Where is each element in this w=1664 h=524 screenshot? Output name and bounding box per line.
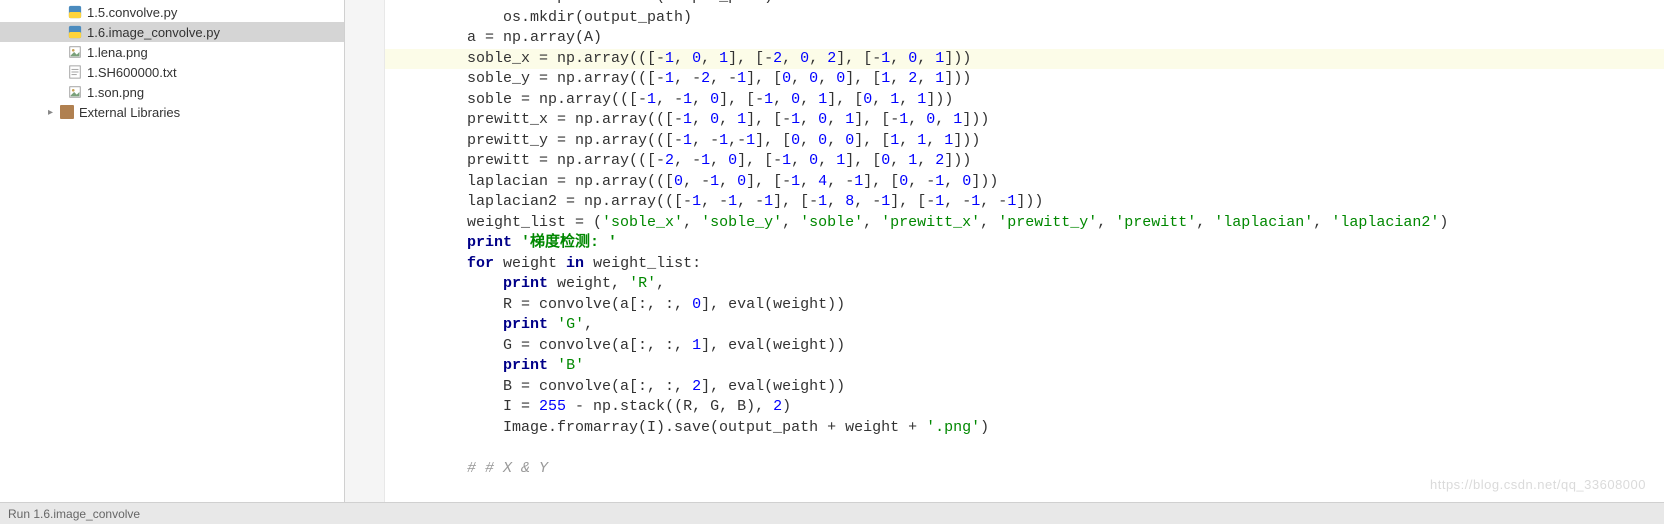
external-libraries-node[interactable]: ▸ External Libraries <box>0 102 344 122</box>
code-editor[interactable]: if not os.path.exists(output_path): os.m… <box>345 0 1664 524</box>
watermark-text: https://blog.csdn.net/qq_33608000 <box>1430 477 1646 492</box>
code-line[interactable]: prewitt_y = np.array(([-1, -1,-1], [0, 0… <box>395 131 1664 152</box>
python-file-icon <box>68 25 82 39</box>
code-line[interactable]: for weight in weight_list: <box>395 254 1664 275</box>
file-tree-item[interactable]: 1.6.image_convolve.py <box>0 22 344 42</box>
project-sidebar[interactable]: 1.5.convolve.py 1.6.image_convolve.py 1.le… <box>0 0 345 524</box>
code-line[interactable]: if not os.path.exists(output_path): <box>395 0 1664 8</box>
editor-gutter <box>345 0 385 524</box>
file-tree-item[interactable]: 1.son.png <box>0 82 344 102</box>
file-name-label: 1.lena.png <box>87 45 148 60</box>
code-line[interactable]: soble_y = np.array(([-1, -2, -1], [0, 0,… <box>395 69 1664 90</box>
code-line[interactable]: os.mkdir(output_path) <box>395 8 1664 29</box>
library-icon <box>60 105 74 119</box>
image-file-icon <box>68 85 82 99</box>
code-line[interactable]: I = 255 - np.stack((R, G, B), 2) <box>395 397 1664 418</box>
file-tree-item[interactable]: 1.lena.png <box>0 42 344 62</box>
code-line[interactable]: print 'B' <box>395 356 1664 377</box>
file-name-label: 1.6.image_convolve.py <box>87 25 220 40</box>
file-name-label: 1.son.png <box>87 85 144 100</box>
code-line[interactable]: soble = np.array(([-1, -1, 0], [-1, 0, 1… <box>395 90 1664 111</box>
file-tree-item[interactable]: 1.SH600000.txt <box>0 62 344 82</box>
file-tree-item[interactable]: 1.5.convolve.py <box>0 2 344 22</box>
image-file-icon <box>68 45 82 59</box>
external-libraries-label: External Libraries <box>79 105 180 120</box>
chevron-right-icon: ▸ <box>48 107 58 118</box>
code-line[interactable]: Image.fromarray(I).save(output_path + we… <box>395 418 1664 439</box>
code-line[interactable]: G = convolve(a[:, :, 1], eval(weight)) <box>395 336 1664 357</box>
code-line[interactable]: B = convolve(a[:, :, 2], eval(weight)) <box>395 377 1664 398</box>
code-line[interactable]: prewitt_x = np.array(([-1, 0, 1], [-1, 0… <box>395 110 1664 131</box>
code-line[interactable]: # # X & Y <box>395 459 1664 480</box>
file-name-label: 1.SH600000.txt <box>87 65 177 80</box>
code-line[interactable]: soble_x = np.array(([-1, 0, 1], [-2, 0, … <box>385 49 1664 70</box>
code-line[interactable]: print weight, 'R', <box>395 274 1664 295</box>
code-line[interactable]: R = convolve(a[:, :, 0], eval(weight)) <box>395 295 1664 316</box>
python-file-icon <box>68 5 82 19</box>
code-line[interactable]: laplacian2 = np.array(([-1, -1, -1], [-1… <box>395 192 1664 213</box>
code-line[interactable]: weight_list = ('soble_x', 'soble_y', 'so… <box>395 213 1664 234</box>
code-line[interactable] <box>395 438 1664 459</box>
code-line[interactable]: print '梯度检测: ' <box>395 233 1664 254</box>
text-file-icon <box>68 65 82 79</box>
file-name-label: 1.5.convolve.py <box>87 5 177 20</box>
code-line[interactable]: prewitt = np.array(([-2, -1, 0], [-1, 0,… <box>395 151 1664 172</box>
status-text: Run 1.6.image_convolve <box>8 507 140 521</box>
status-bar: Run 1.6.image_convolve <box>0 502 1664 524</box>
code-line[interactable]: a = np.array(A) <box>395 28 1664 49</box>
code-line[interactable]: print 'G', <box>395 315 1664 336</box>
code-line[interactable]: laplacian = np.array(([0, -1, 0], [-1, 4… <box>395 172 1664 193</box>
